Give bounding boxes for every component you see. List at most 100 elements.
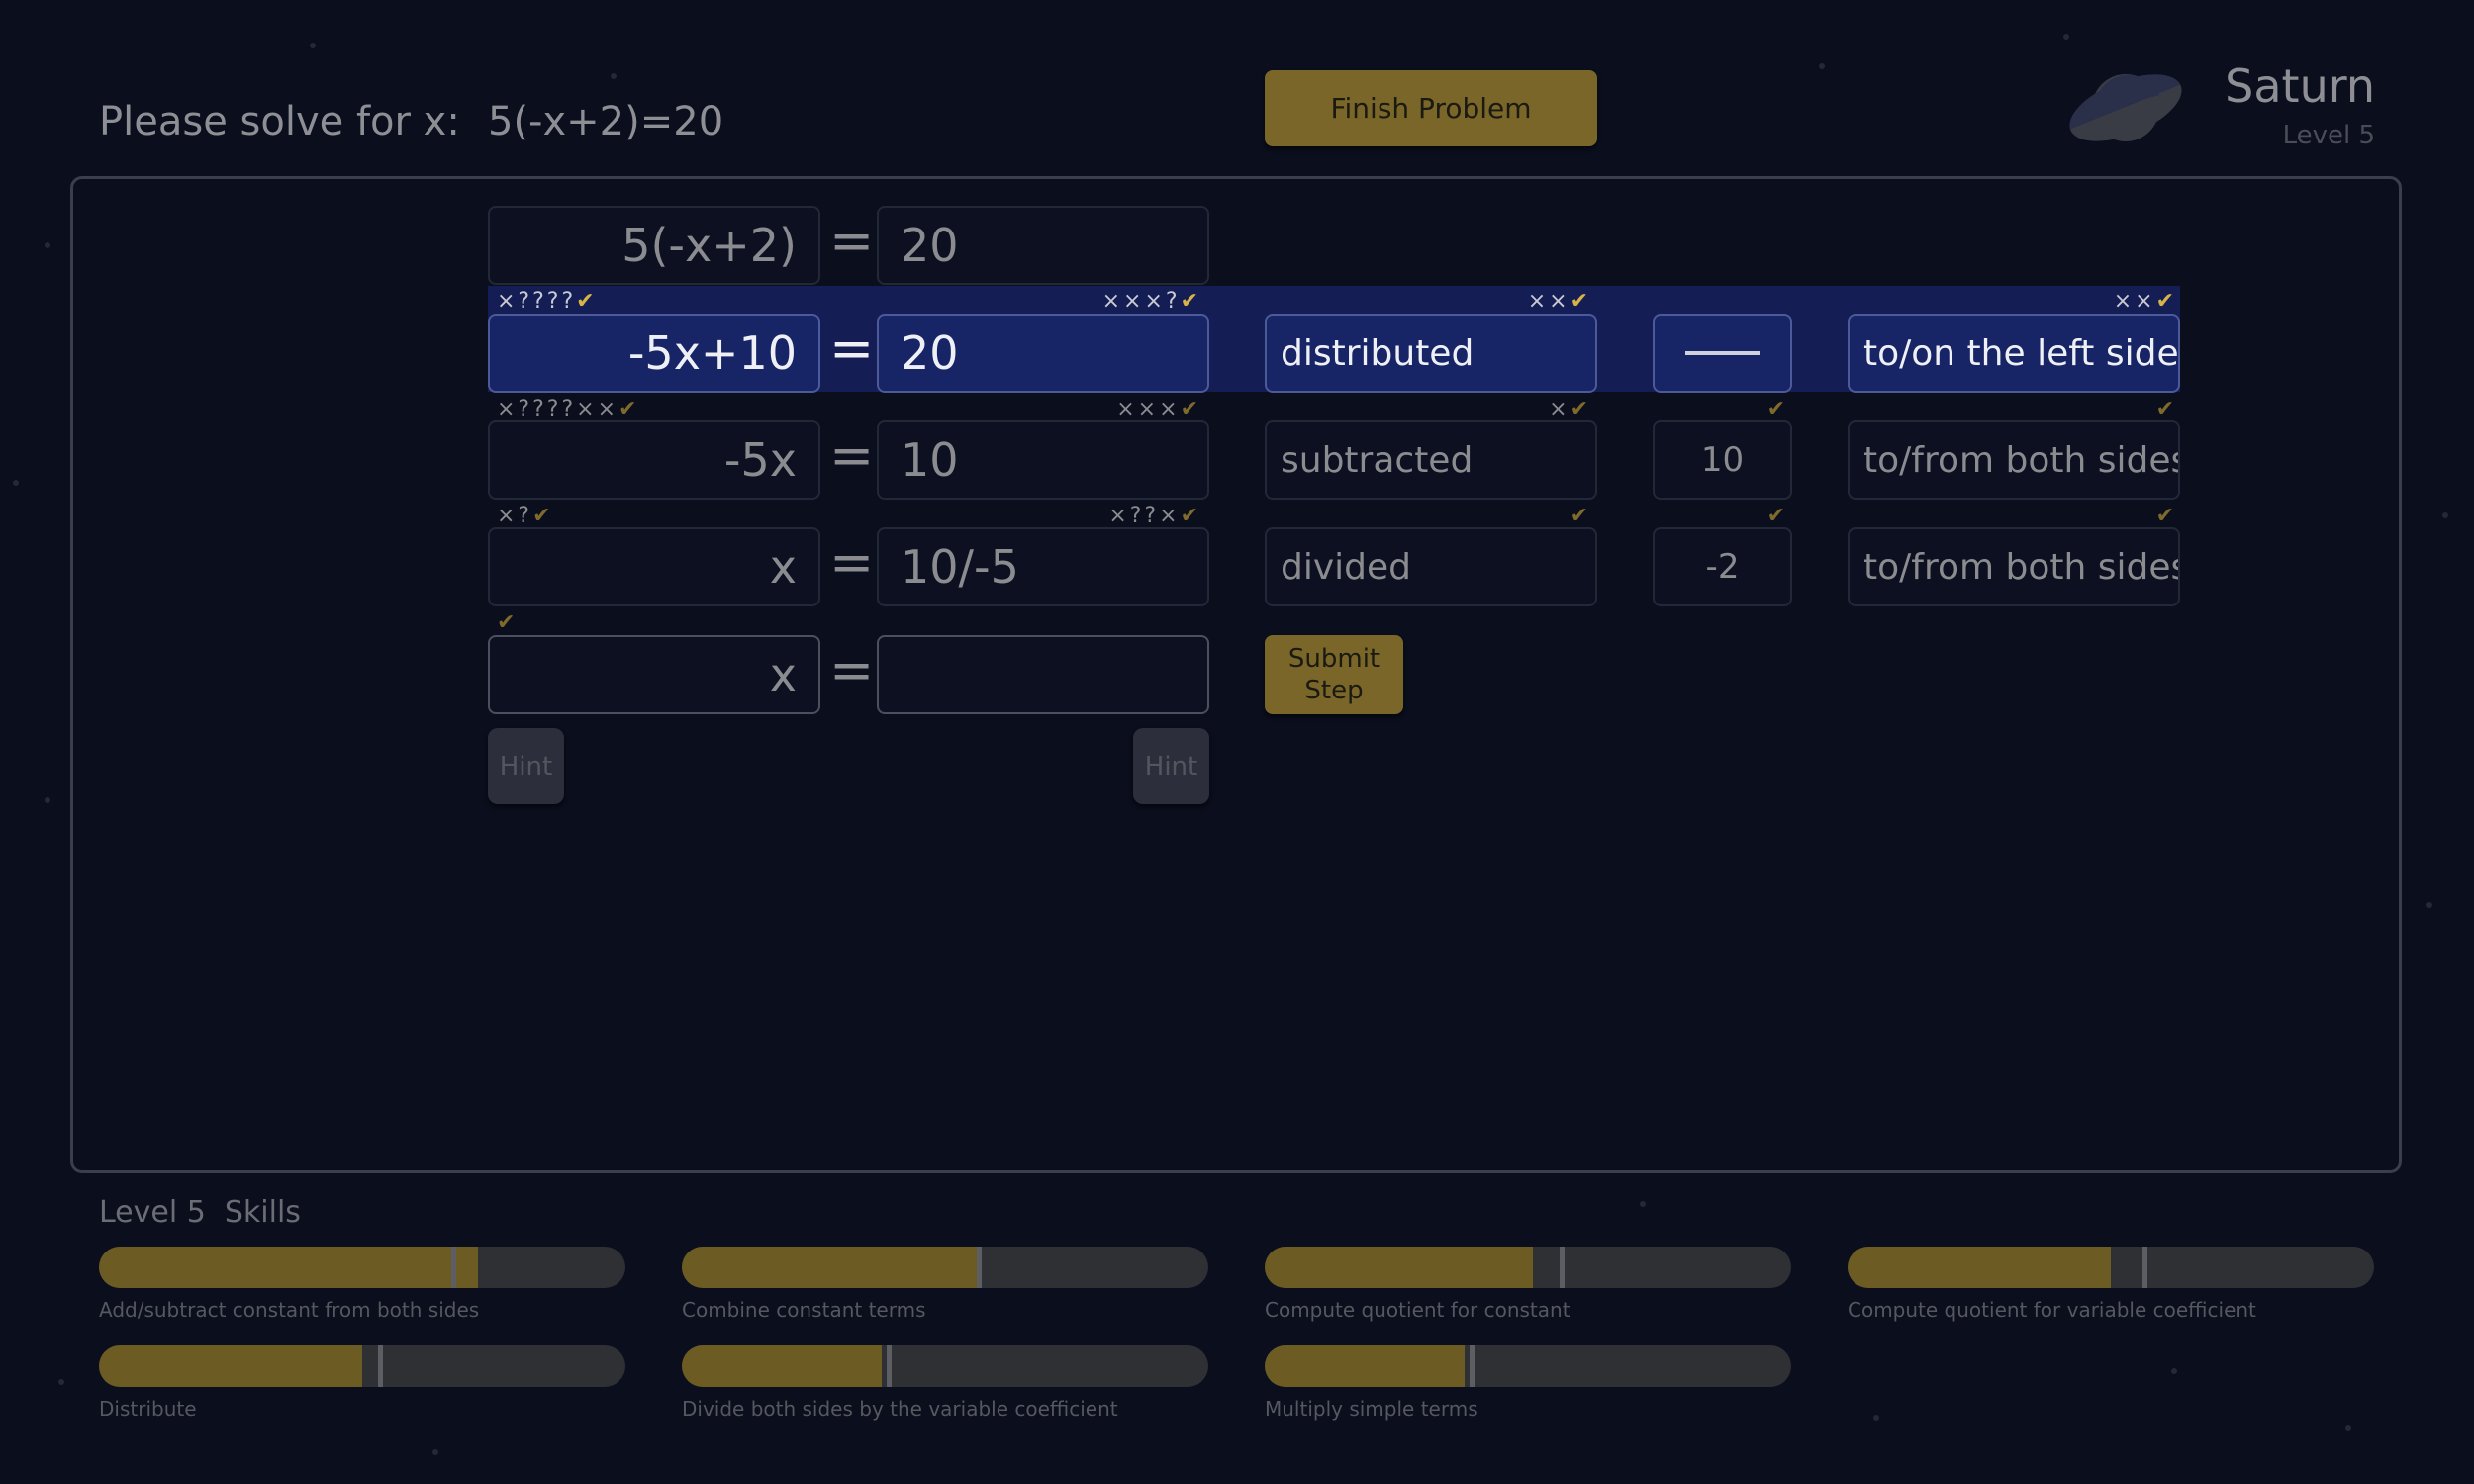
- skill-progress-fill: [1265, 1247, 1534, 1288]
- skill-item: Divide both sides by the variable coeffi…: [682, 1345, 1208, 1421]
- star-icon: [1819, 63, 1825, 69]
- operation-dropdown[interactable]: distributed: [1265, 314, 1597, 393]
- right-hint-button[interactable]: Hint: [1133, 728, 1209, 804]
- skill-item: Add/subtract constant from both sides: [99, 1247, 625, 1322]
- right-attempt-marks: ×××✔: [1116, 397, 1201, 421]
- star-icon: [58, 1379, 64, 1385]
- skill-progress-bar: [682, 1247, 1208, 1288]
- star-icon: [1640, 1201, 1646, 1207]
- skill-progress-fill: [682, 1345, 883, 1387]
- step-right-expression: 20: [877, 314, 1209, 393]
- side-attempt-marks: ✔: [2155, 504, 2177, 528]
- step-left-expression: x: [488, 527, 820, 606]
- skill-progress-bar: [99, 1345, 625, 1387]
- skill-mastery-marker: [377, 1345, 383, 1387]
- explain-attempt-marks: ✔: [1570, 504, 1591, 528]
- left-attempt-marks: ×????✔: [497, 289, 598, 314]
- step-left-expression: -5x: [488, 420, 820, 500]
- right-attempt-marks: ×??×✔: [1108, 504, 1201, 528]
- star-icon: [45, 242, 50, 248]
- star-icon: [1873, 1415, 1879, 1421]
- side-field: to/from both sides: [1848, 527, 2180, 606]
- skill-label: Combine constant terms: [682, 1298, 926, 1322]
- planet-name: Saturn: [2225, 59, 2375, 113]
- side-attempt-marks: ××✔: [2113, 289, 2177, 314]
- submit-step-button[interactable]: Submit Step: [1265, 635, 1403, 714]
- star-icon: [2171, 1368, 2177, 1374]
- skill-progress-fill: [682, 1247, 977, 1288]
- skill-mastery-marker: [451, 1247, 457, 1288]
- explain-attempt-marks: ××✔: [1527, 289, 1591, 314]
- right-answer-input[interactable]: [877, 635, 1209, 714]
- left-attempt-marks: ×????××✔: [497, 397, 640, 421]
- side-dropdown[interactable]: to/on the left side: [1848, 314, 2180, 393]
- value-attempt-marks: ✔: [1766, 504, 1788, 528]
- skill-progress-bar: [1265, 1345, 1791, 1387]
- star-icon: [2442, 512, 2448, 518]
- operation-field: subtracted: [1265, 420, 1597, 500]
- equals-sign: =: [829, 424, 875, 487]
- star-icon: [45, 797, 50, 803]
- skill-label: Distribute: [99, 1397, 197, 1421]
- equals-sign: =: [829, 639, 875, 701]
- skill-item: Distribute: [99, 1345, 625, 1421]
- equals-sign: =: [829, 210, 875, 272]
- left-answer-field[interactable]: x: [488, 635, 820, 714]
- skill-progress-fill: [99, 1345, 362, 1387]
- left-attempt-marks: ×?✔: [497, 504, 554, 528]
- skill-label: Multiply simple terms: [1265, 1397, 1478, 1421]
- skill-label: Compute quotient for variable coefficien…: [1848, 1298, 2256, 1322]
- value-field: -2: [1653, 527, 1792, 606]
- skill-progress-bar: [1265, 1247, 1791, 1288]
- star-icon: [432, 1449, 438, 1455]
- skill-progress-bar: [1848, 1247, 2374, 1288]
- skills-title: Level 5 Skills: [99, 1195, 301, 1230]
- star-icon: [2063, 34, 2069, 40]
- value-field: 10: [1653, 420, 1792, 500]
- skill-progress-bar: [99, 1247, 625, 1288]
- step-right-expression: 10/-5: [877, 527, 1209, 606]
- blank-dash-icon: [1684, 351, 1760, 355]
- equals-sign: =: [829, 318, 875, 380]
- skill-item: Combine constant terms: [682, 1247, 1208, 1322]
- instruction-label: Please solve for x:: [99, 99, 460, 144]
- skill-label: Divide both sides by the variable coeffi…: [682, 1397, 1118, 1421]
- given-left-expression: 5(-x+2): [488, 206, 820, 285]
- side-attempt-marks: ✔: [2155, 397, 2177, 421]
- skill-item: Multiply simple terms: [1265, 1345, 1791, 1421]
- step-right-expression: 10: [877, 420, 1209, 500]
- skill-mastery-marker: [1559, 1247, 1565, 1288]
- value-field[interactable]: [1653, 314, 1792, 393]
- skill-mastery-marker: [1470, 1345, 1475, 1387]
- left-attempt-marks: ✔: [497, 610, 519, 635]
- skill-item: Compute quotient for variable coefficien…: [1848, 1247, 2374, 1322]
- skill-mastery-marker: [887, 1345, 893, 1387]
- step-left-expression: -5x+10: [488, 314, 820, 393]
- explain-attempt-marks: ×✔: [1549, 397, 1591, 421]
- problem-equation: 5(-x+2)=20: [488, 99, 724, 144]
- star-icon: [2345, 1425, 2351, 1431]
- skill-mastery-marker: [2141, 1247, 2147, 1288]
- right-attempt-marks: ×××?✔: [1101, 289, 1201, 314]
- skill-progress-fill: [1848, 1247, 2111, 1288]
- skill-label: Compute quotient for constant: [1265, 1298, 1570, 1322]
- equals-sign: =: [829, 531, 875, 594]
- side-field: to/from both sides: [1848, 420, 2180, 500]
- star-icon: [13, 480, 19, 486]
- finish-problem-button[interactable]: Finish Problem: [1265, 70, 1597, 146]
- skill-mastery-marker: [976, 1247, 982, 1288]
- star-icon: [2426, 902, 2432, 908]
- star-icon: [310, 43, 316, 48]
- operation-field: divided: [1265, 527, 1597, 606]
- saturn-icon: [2063, 65, 2188, 150]
- left-hint-button[interactable]: Hint: [488, 728, 564, 804]
- skill-progress-fill: [1265, 1345, 1466, 1387]
- skill-progress-bar: [682, 1345, 1208, 1387]
- value-attempt-marks: ✔: [1766, 397, 1788, 421]
- skill-item: Compute quotient for constant: [1265, 1247, 1791, 1322]
- skill-label: Add/subtract constant from both sides: [99, 1298, 480, 1322]
- level-label: Level 5: [2282, 121, 2375, 150]
- given-right-expression: 20: [877, 206, 1209, 285]
- skill-progress-fill: [99, 1247, 479, 1288]
- star-icon: [611, 73, 617, 79]
